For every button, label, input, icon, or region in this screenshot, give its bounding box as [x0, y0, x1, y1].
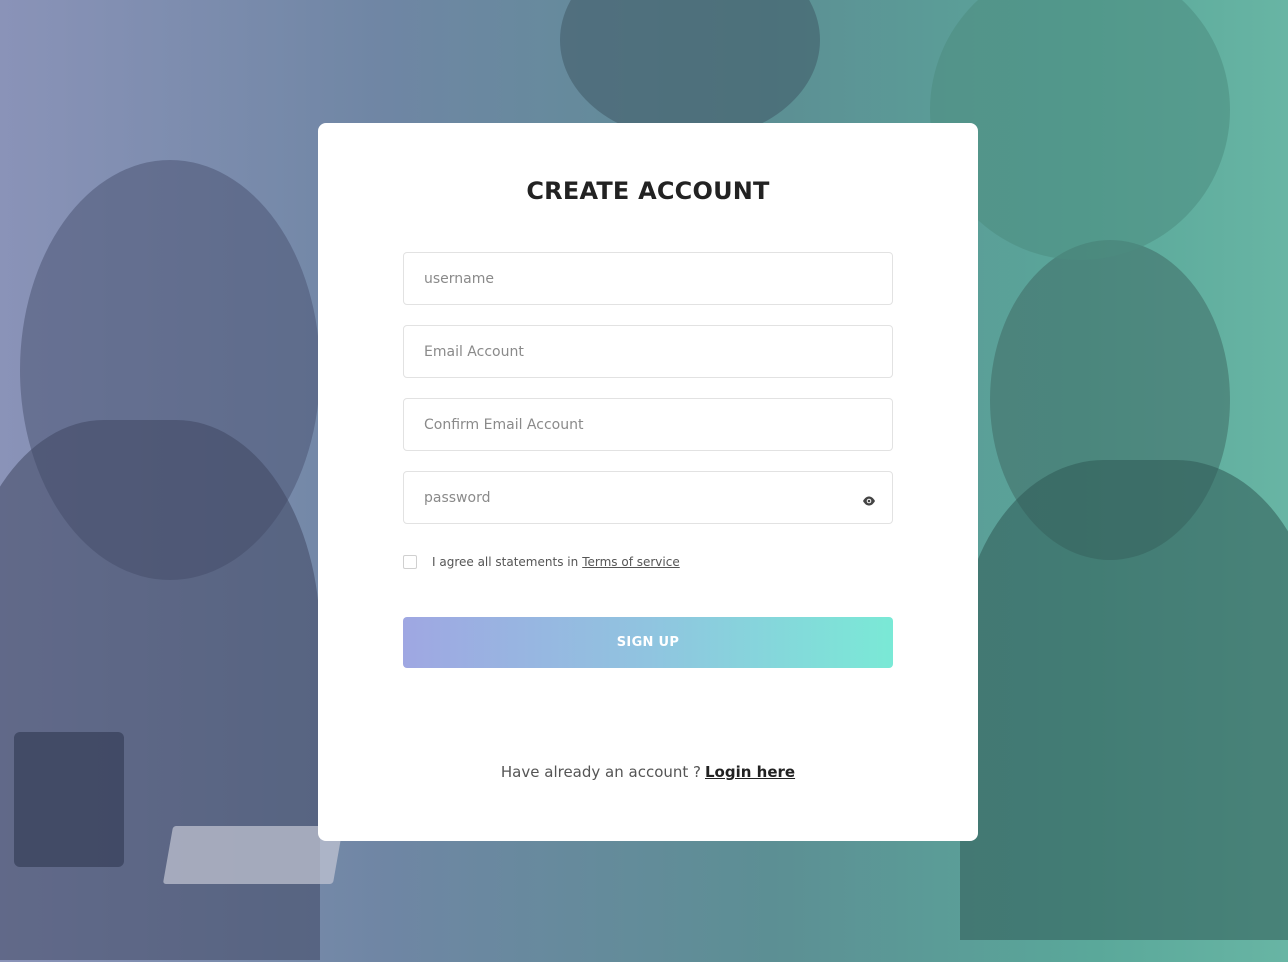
signup-card: CREATE ACCOUNT I agree all statements in… — [318, 123, 978, 841]
password-input[interactable] — [404, 472, 892, 523]
page-title: CREATE ACCOUNT — [526, 177, 770, 205]
background-notebook — [162, 826, 344, 884]
confirm-email-input[interactable] — [404, 399, 892, 450]
background-figure-top — [560, 0, 820, 140]
eye-icon[interactable] — [862, 492, 876, 506]
background-cup — [14, 732, 124, 867]
username-field[interactable] — [403, 252, 893, 305]
signup-button[interactable]: SIGN UP — [403, 617, 893, 668]
email-input[interactable] — [404, 326, 892, 377]
email-field[interactable] — [403, 325, 893, 378]
username-input[interactable] — [404, 253, 892, 304]
login-prompt: Have already an account ? Login here — [318, 763, 978, 781]
login-link[interactable]: Login here — [705, 763, 795, 781]
confirm-email-field[interactable] — [403, 398, 893, 451]
password-field[interactable] — [403, 471, 893, 524]
terms-of-service-link[interactable]: Terms of service — [582, 555, 680, 569]
terms-checkbox[interactable] — [403, 555, 417, 569]
terms-label: I agree all statements in — [432, 555, 579, 569]
background-figure-right-body — [960, 460, 1288, 940]
terms-agreement: I agree all statements in Terms of servi… — [403, 553, 680, 571]
login-prompt-text: Have already an account ? — [500, 763, 701, 781]
